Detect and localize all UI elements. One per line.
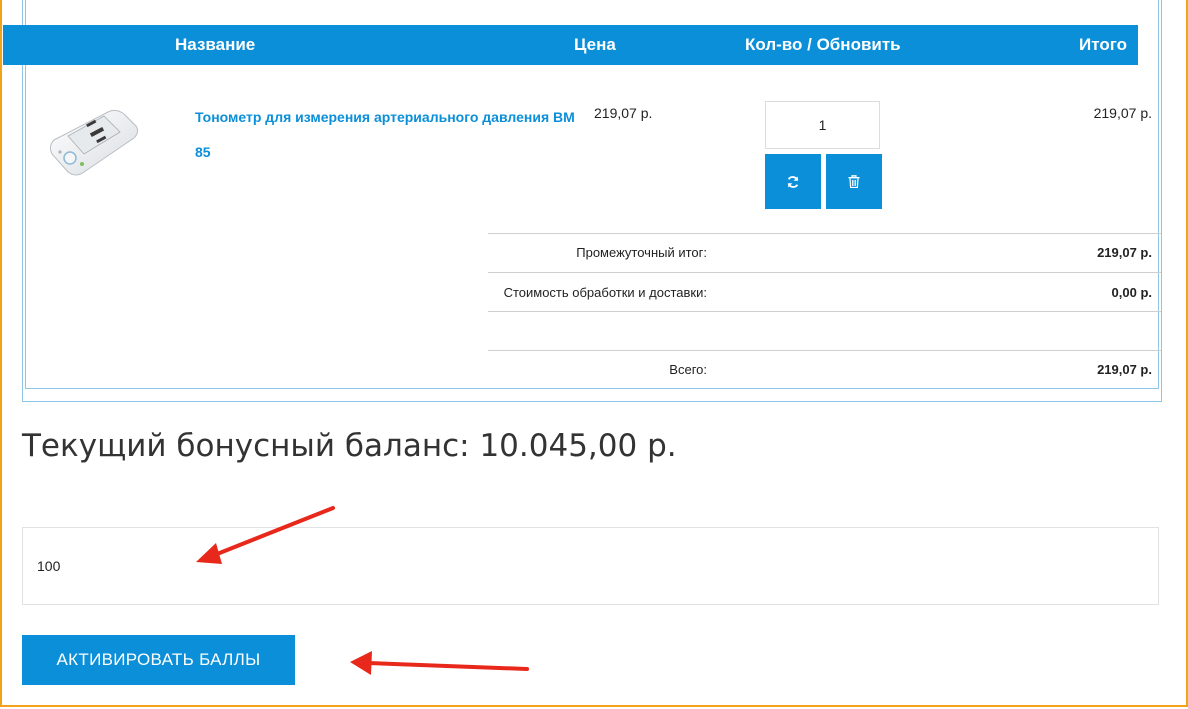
shipping-value: 0,00 р. bbox=[1111, 285, 1152, 300]
summary-divider bbox=[488, 350, 1161, 351]
bonus-balance-heading: Текущий бонусный баланс: 10.045,00 р. bbox=[22, 428, 677, 464]
header-price: Цена bbox=[574, 35, 616, 54]
bonus-points-input[interactable]: 100 bbox=[22, 527, 1159, 605]
cart-table-header: Название Цена Кол-во / Обновить Итого bbox=[3, 25, 1138, 65]
trash-icon bbox=[848, 175, 860, 188]
refresh-icon bbox=[787, 175, 799, 188]
subtotal-value: 219,07 р. bbox=[1097, 245, 1152, 260]
header-qty: Кол-во / Обновить bbox=[745, 35, 901, 54]
delete-item-button[interactable] bbox=[826, 154, 882, 209]
shipping-label: Стоимость обработки и доставки: bbox=[503, 285, 707, 300]
summary-divider bbox=[488, 233, 1161, 234]
refresh-quantity-button[interactable] bbox=[765, 154, 821, 209]
header-total: Итого bbox=[1079, 35, 1127, 54]
product-name-link[interactable]: Тонометр для измерения артериального дав… bbox=[195, 100, 580, 170]
grand-total-value: 219,07 р. bbox=[1097, 362, 1152, 377]
activate-points-button[interactable]: АКТИВИРОВАТЬ БАЛЛЫ bbox=[22, 635, 295, 685]
grand-total-label: Всего: bbox=[669, 362, 707, 377]
product-row-total: 219,07 р. bbox=[1093, 105, 1152, 121]
quantity-input[interactable]: 1 bbox=[765, 101, 880, 149]
summary-divider bbox=[488, 311, 1161, 312]
blood-pressure-monitor-image[interactable] bbox=[46, 102, 140, 182]
header-name: Название bbox=[175, 35, 256, 54]
summary-divider bbox=[488, 272, 1161, 273]
product-price: 219,07 р. bbox=[594, 105, 653, 121]
subtotal-label: Промежуточный итог: bbox=[576, 245, 707, 260]
